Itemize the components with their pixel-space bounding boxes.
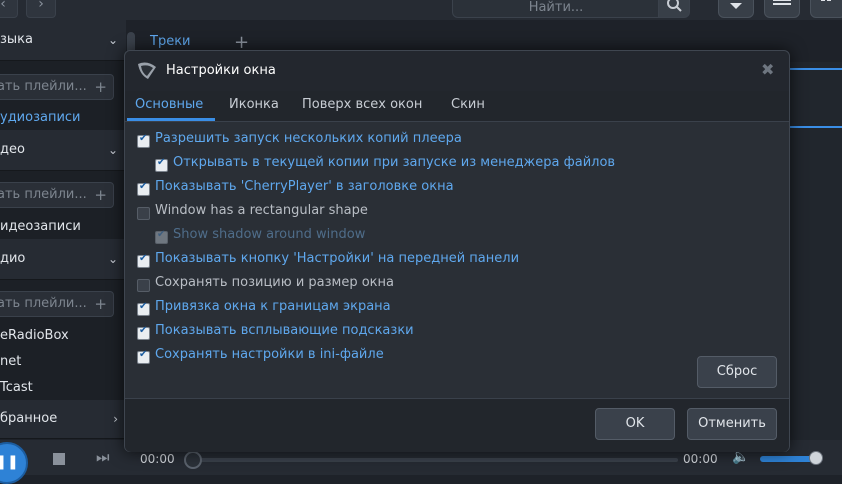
chevron-right-icon: › [113,412,118,426]
sidebar-item-radio[interactable]: net [0,354,126,369]
top-toolbar: ‹ › Найти... [0,0,842,20]
checkbox-rectangular-shape[interactable] [137,207,150,220]
grid-icon [821,0,831,1]
volume-handle[interactable] [809,451,823,465]
option-label[interactable]: Разрешить запуск нескольких копий плеера [155,131,462,146]
chevron-down-icon: ⌄ [107,252,118,266]
option-label[interactable]: Привязка окна к границам экрана [155,299,391,314]
search-button[interactable] [658,0,690,18]
time-current: 00:00 [140,452,175,466]
new-playlist-placeholder: ать плейли... [0,79,87,94]
checkbox-save-position[interactable] [137,279,150,292]
new-playlist-placeholder: ать плейли... [0,187,87,202]
new-playlist-input[interactable]: ать плейли... + [0,182,114,208]
checkbox-snap-edges[interactable] [137,301,150,316]
sidebar-header-music[interactable]: зыка ⌄ [0,20,126,61]
checkbox-tooltips[interactable] [137,325,150,340]
cancel-button[interactable]: Отменить [687,408,777,440]
sidebar-header-favorites[interactable]: бранное › [0,400,126,439]
chevron-down-icon: ⌄ [107,143,118,157]
tab-tracks[interactable]: Треки [150,34,191,49]
seek-bar[interactable] [190,458,678,462]
grid-button[interactable] [810,0,842,18]
option-label[interactable]: Показывать 'CherryPlayer' в заголовке ок… [155,179,454,194]
back-button[interactable]: ‹ [0,0,18,18]
checkbox-show-title[interactable] [137,181,150,196]
sidebar-item-video[interactable]: идеозаписи [0,219,126,234]
reset-button[interactable]: Сброс [697,356,777,388]
plus-icon[interactable]: + [94,75,107,99]
tab-icon[interactable]: Иконка [229,97,279,112]
chevron-down-icon: ⌄ [107,33,118,47]
option-label[interactable]: Показывать всплывающие подсказки [155,323,414,338]
sidebar: зыка ⌄ ать плейли... + удиозаписи део ⌄ … [0,20,126,439]
plus-icon[interactable]: + [94,292,107,316]
forward-button[interactable]: › [26,0,56,18]
download-button[interactable] [718,0,754,18]
dialog-title: Настройки окна [166,63,276,78]
selection-line [790,126,842,128]
equalizer-button[interactable] [764,0,800,18]
new-playlist-input[interactable]: ать плейли... + [0,291,114,317]
download-icon [730,3,742,9]
tab-general[interactable]: Основные [135,97,203,112]
search-input[interactable]: Найти... [452,0,660,18]
selection-line [790,68,842,70]
dialog-tabs: Основные Иконка Поверх всех окон Скин [125,91,789,122]
tab-always-on-top[interactable]: Поверх всех окон [302,97,422,112]
sidebar-header-radio[interactable]: дио ⌄ [0,239,126,280]
next-button[interactable]: ⏭ [96,448,110,466]
dialog-titlebar[interactable]: Настройки окна ✖ [125,51,789,91]
tab-skin[interactable]: Скин [451,97,485,112]
sidebar-item-audio[interactable]: удиозаписи [0,110,126,125]
window-settings-dialog: Настройки окна ✖ Основные Иконка Поверх … [124,50,790,452]
checkbox-open-in-current[interactable] [155,157,168,172]
search-icon [667,0,682,12]
close-icon[interactable]: ✖ [761,60,774,79]
checkbox-settings-button[interactable] [137,253,150,268]
sidebar-item-radio[interactable]: Tcast [0,380,126,395]
cherryplayer-logo-icon [138,62,156,79]
sidebar-header-label: зыка [0,32,33,47]
option-label[interactable]: Window has a rectangular shape [155,203,368,218]
checkbox-multiple-instances[interactable] [137,133,150,148]
sidebar-header-label: бранное [0,411,58,426]
seek-handle[interactable] [184,451,202,469]
checkbox-ini-file[interactable] [137,349,150,364]
sidebar-item-radio[interactable]: eRadioBox [0,328,126,343]
sidebar-header-video[interactable]: део ⌄ [0,130,126,171]
ok-button[interactable]: OK [595,408,675,440]
active-tab-indicator [127,118,215,121]
new-playlist-input[interactable]: ать плейли... + [0,74,114,100]
checkbox-show-shadow [155,229,168,244]
option-label[interactable]: Сохранять настройки в ini-файле [155,347,384,362]
new-playlist-placeholder: ать плейли... [0,296,87,311]
equalizer-icon [773,0,791,5]
stop-button[interactable] [53,453,65,465]
time-total: 00:00 [683,452,718,466]
plus-icon[interactable]: + [94,183,107,207]
sidebar-header-label: дио [0,251,26,266]
sidebar-header-label: део [0,142,25,157]
option-label: Show shadow around window [173,227,366,242]
option-label[interactable]: Сохранять позицию и размер окна [155,275,394,290]
option-label[interactable]: Открывать в текущей копии при запуске из… [173,155,615,170]
option-label[interactable]: Показывать кнопку 'Настройки' на передне… [155,251,519,266]
